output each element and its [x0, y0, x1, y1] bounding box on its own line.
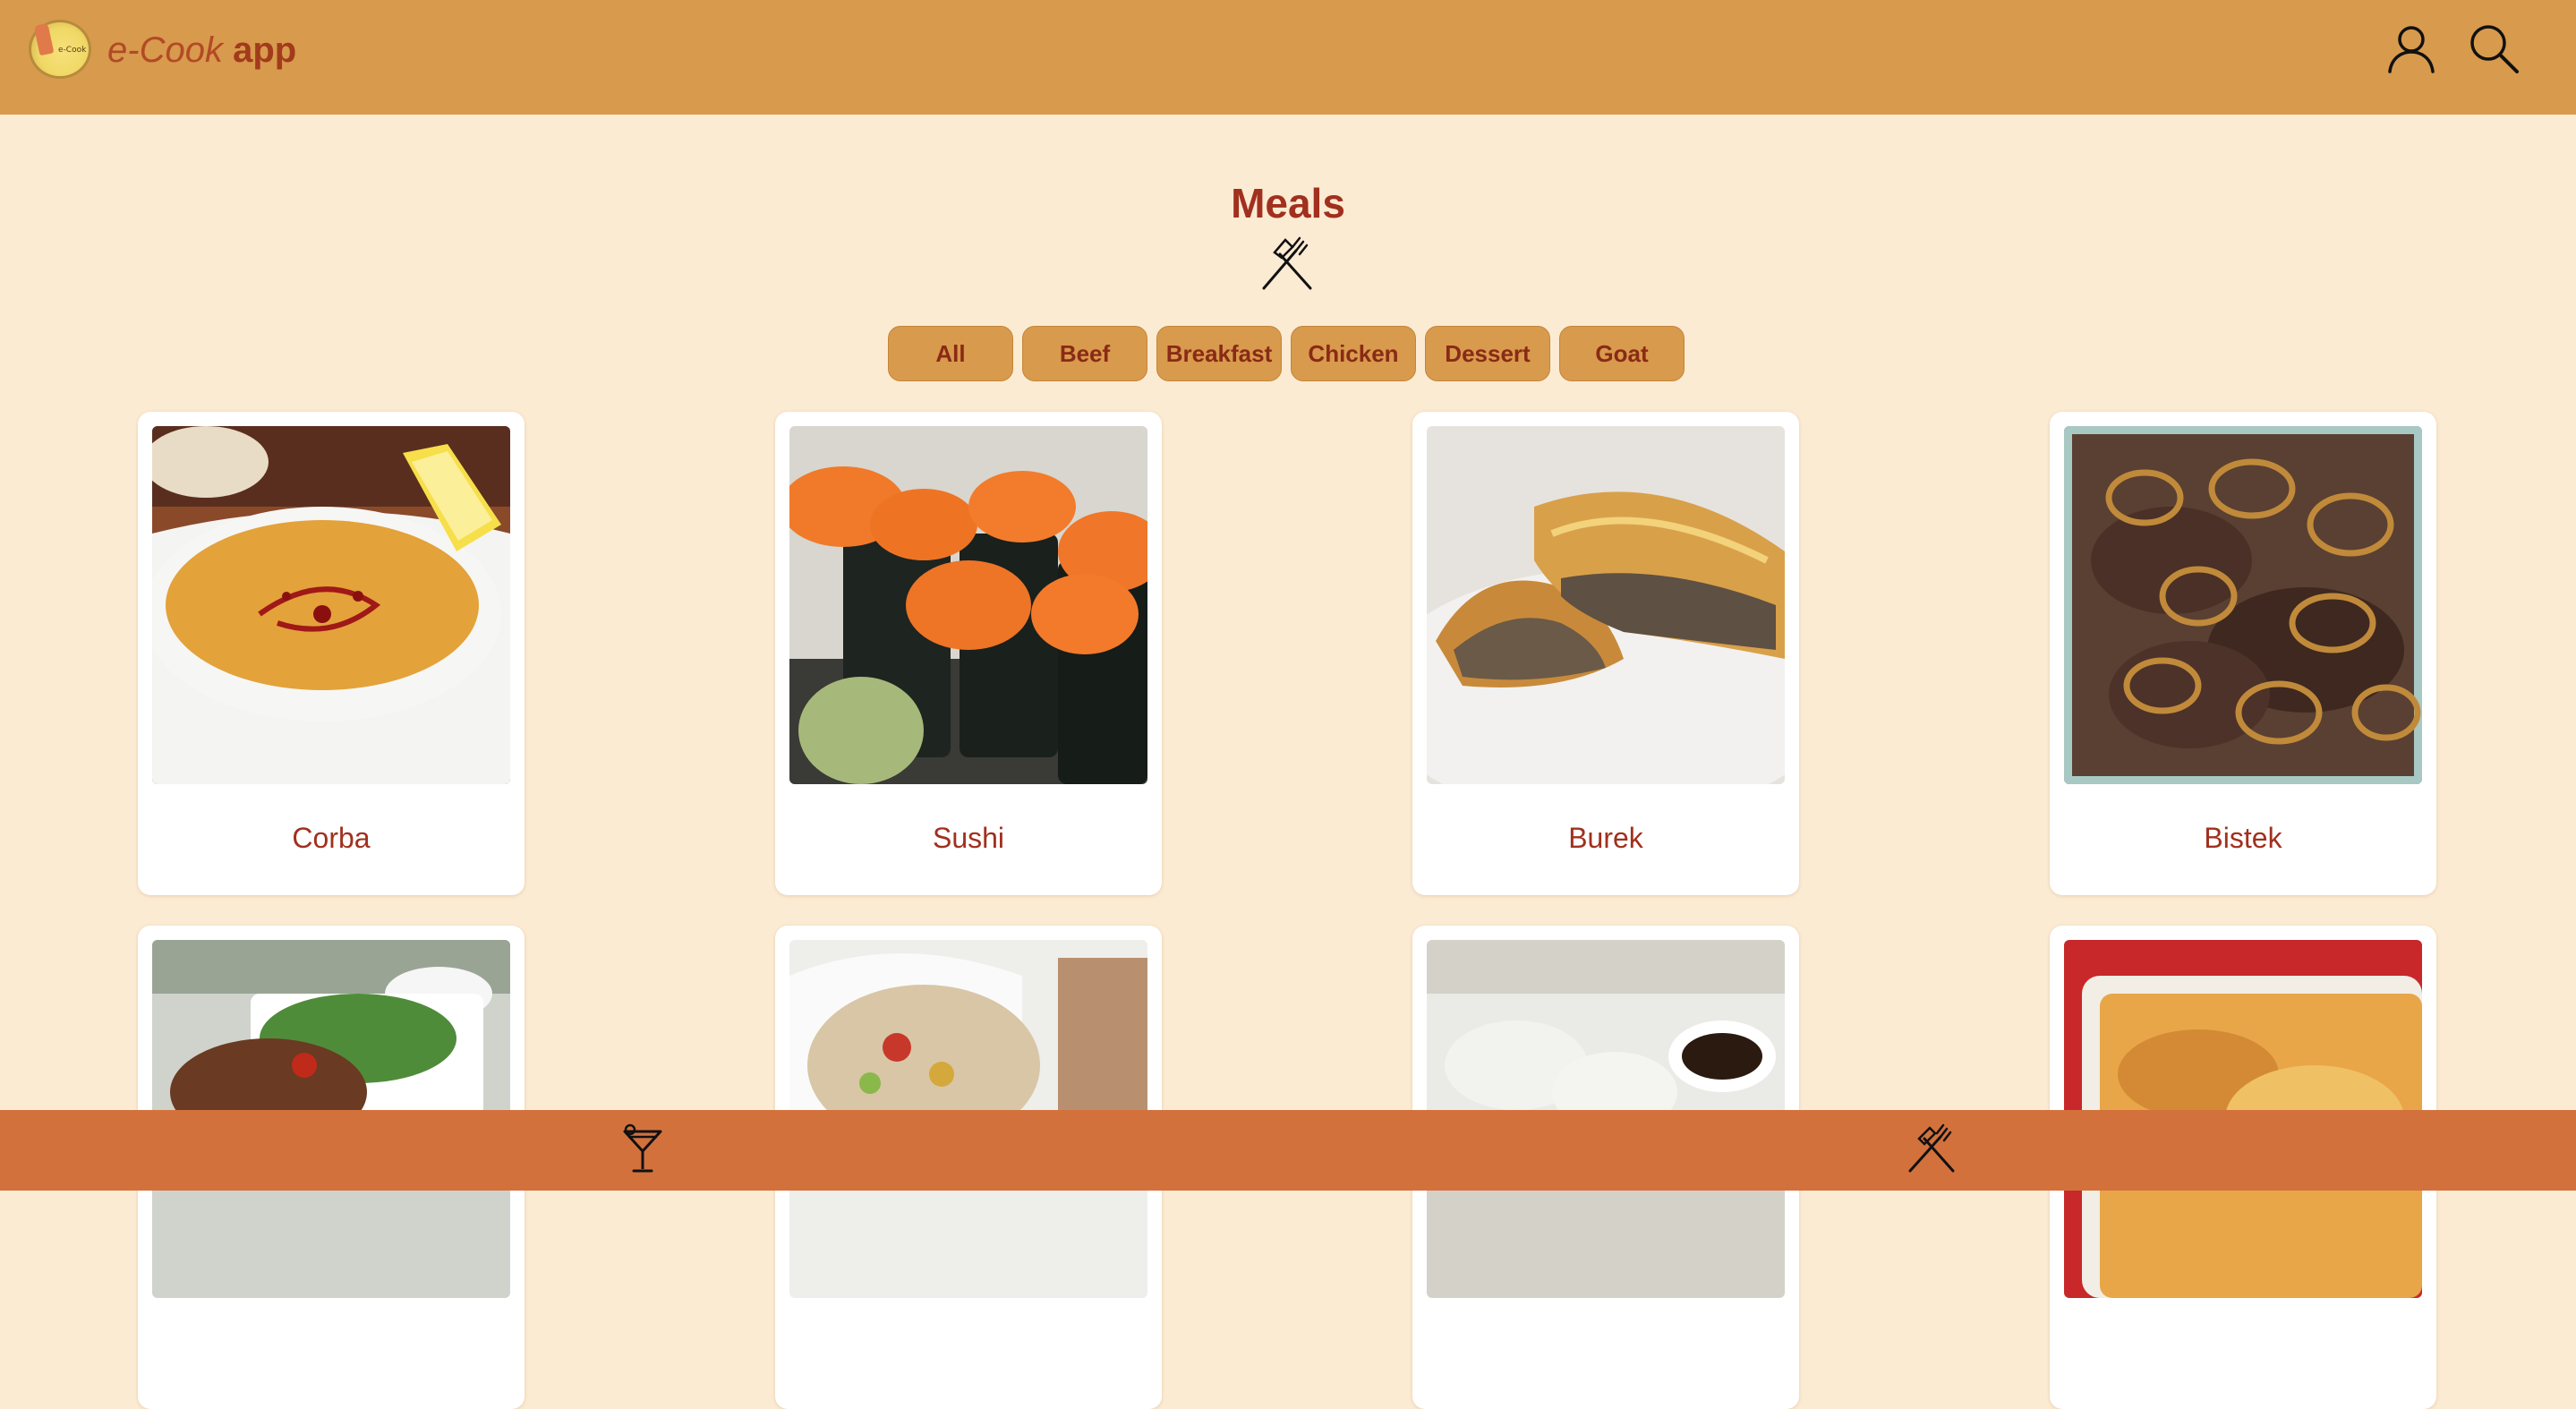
fork-knife-icon[interactable]	[1905, 1123, 1958, 1176]
filter-breakfast[interactable]: Breakfast	[1156, 326, 1282, 381]
meal-name: Sushi	[932, 822, 1005, 854]
filter-chicken[interactable]: Chicken	[1291, 326, 1416, 381]
app-logo[interactable]	[29, 20, 91, 79]
cocktail-icon[interactable]	[616, 1123, 670, 1176]
meal-name: Bistek	[2204, 822, 2282, 854]
search-icon[interactable]	[2467, 21, 2521, 75]
brand-suffix: app	[233, 30, 297, 70]
meal-card-bistek[interactable]: Bistek	[2050, 412, 2436, 895]
category-filters: All Beef Breakfast Chicken Dessert Goat	[888, 326, 1685, 381]
filter-all[interactable]: All	[888, 326, 1013, 381]
meal-name: Burek	[1568, 822, 1643, 854]
meal-image-bistek	[2064, 426, 2422, 784]
filter-beef[interactable]: Beef	[1022, 326, 1147, 381]
brand-name: e-Cook	[107, 30, 223, 70]
meal-name: Corba	[292, 822, 371, 854]
meal-card-burek[interactable]: Burek	[1412, 412, 1799, 895]
meal-image-sushi	[789, 426, 1147, 784]
meal-image-burek	[1427, 426, 1785, 784]
filter-dessert[interactable]: Dessert	[1425, 326, 1550, 381]
top-bar: e-Cook app	[0, 0, 2576, 115]
meal-card-sushi[interactable]: Sushi	[775, 412, 1162, 895]
meal-card-corba[interactable]: Corba	[138, 412, 525, 895]
page-title: Meals	[1231, 180, 1345, 226]
bottom-nav	[0, 1110, 2576, 1191]
filter-goat[interactable]: Goat	[1559, 326, 1685, 381]
fork-knife-icon	[1262, 236, 1312, 290]
app-brand[interactable]: e-Cook app	[107, 30, 296, 71]
meal-image-corba	[152, 426, 510, 784]
user-icon[interactable]	[2384, 21, 2438, 75]
